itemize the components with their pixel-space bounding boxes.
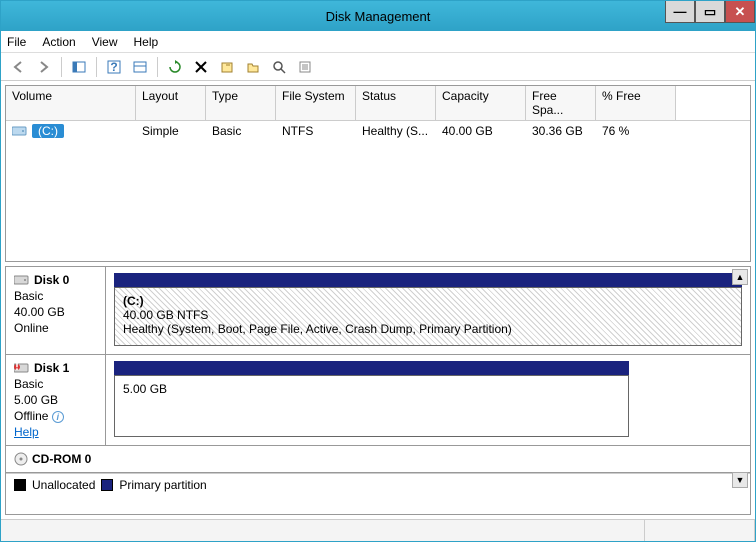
volume-icon (12, 125, 28, 137)
partition-size: 40.00 GB NTFS (123, 308, 733, 322)
toolbar: ? (1, 53, 755, 81)
disk-name: CD-ROM 0 (32, 452, 91, 466)
disk-name: Disk 1 (34, 361, 69, 375)
cell-type: Basic (206, 121, 276, 141)
partition-box[interactable]: (C:) 40.00 GB NTFS Healthy (System, Boot… (114, 287, 742, 346)
scroll-down-button[interactable]: ▼ (732, 472, 748, 488)
disk-map: (C:) 40.00 GB NTFS Healthy (System, Boot… (106, 267, 750, 354)
partition-header-band (114, 361, 629, 375)
statusbar (1, 519, 755, 541)
action-list-button[interactable] (294, 56, 316, 78)
menu-file[interactable]: File (7, 35, 26, 49)
disk-row[interactable]: Disk 0 Basic 40.00 GB Online (C:) 40.00 … (6, 267, 750, 355)
scroll-up-button[interactable]: ▲ (732, 269, 748, 285)
disk-info: ! Disk 1 Basic 5.00 GB Offline i Help (6, 355, 106, 445)
back-button[interactable] (7, 56, 29, 78)
properties-button[interactable] (216, 56, 238, 78)
open-button[interactable] (242, 56, 264, 78)
info-icon[interactable]: i (52, 411, 64, 423)
disk-error-icon: ! (14, 362, 30, 374)
help-button[interactable]: ? (103, 56, 125, 78)
col-pct-free[interactable]: % Free (596, 86, 676, 120)
col-filesystem[interactable]: File System (276, 86, 356, 120)
cdrom-icon (14, 452, 28, 466)
disk-size: 5.00 GB (14, 393, 97, 407)
menubar: File Action View Help (1, 31, 755, 53)
volume-rows: (C:) Simple Basic NTFS Healthy (S... 40.… (6, 121, 750, 261)
col-volume[interactable]: Volume (6, 86, 136, 120)
window-title: Disk Management (1, 9, 755, 24)
status-segment (1, 520, 645, 541)
volume-name: (C:) (32, 124, 64, 138)
forward-button[interactable] (33, 56, 55, 78)
partition-box[interactable]: 5.00 GB (114, 375, 629, 437)
disk-type: Basic (14, 289, 97, 303)
volume-list: Volume Layout Type File System Status Ca… (5, 85, 751, 262)
titlebar: Disk Management — ▭ ✕ (1, 1, 755, 31)
partition-size: 5.00 GB (123, 382, 620, 396)
rescan-disks-button[interactable] (268, 56, 290, 78)
disk-state: Online (14, 321, 97, 335)
close-button[interactable]: ✕ (725, 1, 755, 23)
disk-row[interactable]: ! Disk 1 Basic 5.00 GB Offline i Help 5.… (6, 355, 750, 446)
status-segment (645, 520, 755, 541)
disk-graphical-pane: ▲ Disk 0 Basic 40.00 GB Online (C:) 40.0… (5, 266, 751, 515)
disk-size: 40.00 GB (14, 305, 97, 319)
minimize-button[interactable]: — (665, 1, 695, 23)
maximize-button[interactable]: ▭ (695, 1, 725, 23)
menu-view[interactable]: View (92, 35, 118, 49)
legend-swatch-unallocated (14, 479, 26, 491)
window-controls: — ▭ ✕ (665, 1, 755, 23)
disk-state: Offline (14, 409, 48, 423)
disk-icon (14, 274, 30, 286)
partition-header-band (114, 273, 742, 287)
disk-info: CD-ROM 0 (6, 446, 106, 472)
legend-label-primary: Primary partition (119, 478, 206, 492)
disk-row[interactable]: CD-ROM 0 (6, 446, 750, 473)
show-hide-console-tree-button[interactable] (68, 56, 90, 78)
cell-free: 30.36 GB (526, 121, 596, 141)
col-capacity[interactable]: Capacity (436, 86, 526, 120)
settings-button[interactable] (129, 56, 151, 78)
svg-text:!: ! (15, 362, 19, 373)
help-link[interactable]: Help (14, 425, 97, 439)
legend-label-unallocated: Unallocated (32, 478, 95, 492)
cell-layout: Simple (136, 121, 206, 141)
cell-pct: 76 % (596, 121, 676, 141)
col-layout[interactable]: Layout (136, 86, 206, 120)
legend-swatch-primary (101, 479, 113, 491)
menu-help[interactable]: Help (134, 35, 159, 49)
col-type[interactable]: Type (206, 86, 276, 120)
cell-status: Healthy (S... (356, 121, 436, 141)
delete-button[interactable] (190, 56, 212, 78)
partition-label: (C:) (123, 294, 733, 308)
volume-list-header: Volume Layout Type File System Status Ca… (6, 86, 750, 121)
volume-row[interactable]: (C:) Simple Basic NTFS Healthy (S... 40.… (6, 121, 750, 141)
svg-text:?: ? (110, 60, 117, 74)
disk-name: Disk 0 (34, 273, 69, 287)
cell-capacity: 40.00 GB (436, 121, 526, 141)
col-status[interactable]: Status (356, 86, 436, 120)
col-free-space[interactable]: Free Spa... (526, 86, 596, 120)
cell-fs: NTFS (276, 121, 356, 141)
menu-action[interactable]: Action (42, 35, 75, 49)
disk-map: 5.00 GB (106, 355, 750, 445)
legend: Unallocated Primary partition (6, 473, 750, 496)
disk-info: Disk 0 Basic 40.00 GB Online (6, 267, 106, 354)
refresh-button[interactable] (164, 56, 186, 78)
partition-status: Healthy (System, Boot, Page File, Active… (123, 322, 733, 336)
disk-type: Basic (14, 377, 97, 391)
